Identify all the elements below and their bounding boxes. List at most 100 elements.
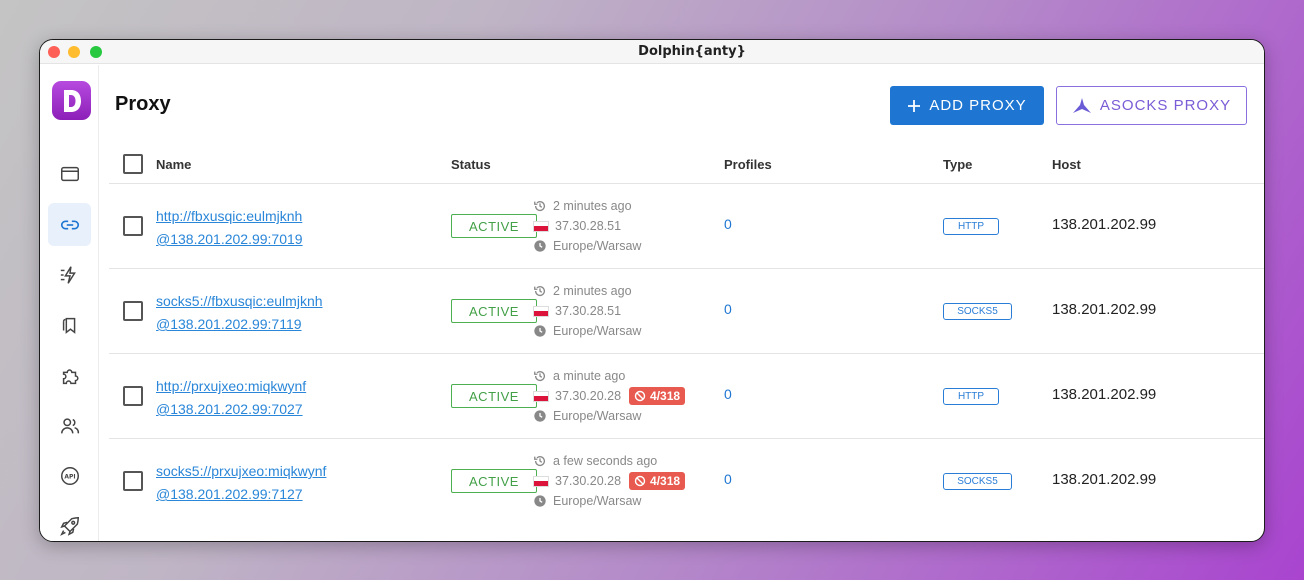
ban-count: 4/318 xyxy=(650,474,681,488)
column-header-status[interactable]: Status xyxy=(451,157,491,172)
clock-icon xyxy=(534,410,546,422)
type-badge: SOCKS5 xyxy=(943,473,1012,490)
host-value: 138.201.202.99 xyxy=(1052,301,1157,318)
host-value: 138.201.202.99 xyxy=(1052,471,1157,488)
host-value: 138.201.202.99 xyxy=(1052,386,1157,403)
title-bar: Dolphin{anty} xyxy=(40,40,1264,64)
sidebar-item-launch[interactable] xyxy=(48,504,91,541)
column-header-type[interactable]: Type xyxy=(943,157,972,172)
proxy-name-line2[interactable]: @138.201.202.99:7019 xyxy=(156,228,406,251)
sidebar-item-bookmarks[interactable] xyxy=(48,303,91,346)
last-checked: a minute ago xyxy=(553,369,626,383)
table-row[interactable]: http://prxujxeo:miqkwynf @138.201.202.99… xyxy=(109,354,1264,439)
row-checkbox[interactable] xyxy=(123,301,143,321)
history-icon xyxy=(534,286,546,297)
automation-icon xyxy=(60,265,76,284)
ban-count: 4/318 xyxy=(650,389,681,403)
proxy-ip: 37.30.28.51 xyxy=(555,304,622,318)
bookmarks-icon xyxy=(62,317,75,334)
poland-flag-icon xyxy=(533,390,549,402)
sidebar-item-api[interactable]: API xyxy=(48,454,91,497)
timezone: Europe/Warsaw xyxy=(553,239,642,253)
table-row[interactable]: http://fbxusqic:eulmjknh @138.201.202.99… xyxy=(109,184,1264,269)
app-window: Dolphin{anty} API Proxy ADD PROXY ASOCKS… xyxy=(39,39,1265,542)
window-title: Dolphin{anty} xyxy=(638,44,746,59)
type-badge: HTTP xyxy=(943,388,999,405)
status-badge: ACTIVE xyxy=(451,299,537,323)
sidebar-item-proxy[interactable] xyxy=(48,203,91,246)
timezone: Europe/Warsaw xyxy=(553,324,642,338)
plus-icon xyxy=(908,99,921,112)
clock-icon xyxy=(534,495,546,507)
link-icon xyxy=(60,220,79,229)
column-header-name[interactable]: Name xyxy=(156,157,191,172)
rocket-icon xyxy=(59,516,79,536)
status-badge: ACTIVE xyxy=(451,384,537,408)
status-badge: ACTIVE xyxy=(451,214,537,238)
proxy-name-link[interactable]: http://fbxusqic:eulmjknh @138.201.202.99… xyxy=(156,205,406,251)
proxy-name-link[interactable]: socks5://fbxusqic:eulmjknh @138.201.202.… xyxy=(156,290,406,336)
host-value: 138.201.202.99 xyxy=(1052,216,1157,233)
clock-icon xyxy=(534,240,546,252)
status-info: a minute ago 37.30.20.28 4/318 Europe/Wa… xyxy=(533,366,686,426)
proxy-ip: 37.30.20.28 xyxy=(555,389,622,403)
proxy-name-line1[interactable]: http://fbxusqic:eulmjknh xyxy=(156,205,406,228)
column-header-host[interactable]: Host xyxy=(1052,157,1081,172)
proxy-name-line1[interactable]: http://prxujxeo:miqkwynf xyxy=(156,375,406,398)
sidebar-item-extensions[interactable] xyxy=(48,354,91,397)
proxy-name-line1[interactable]: socks5://fbxusqic:eulmjknh xyxy=(156,290,406,313)
dolphin-logo[interactable] xyxy=(52,81,91,120)
browser-window-icon xyxy=(60,166,79,181)
users-icon xyxy=(60,417,79,433)
clock-icon xyxy=(534,325,546,337)
row-checkbox[interactable] xyxy=(123,471,143,491)
column-header-profiles[interactable]: Profiles xyxy=(724,157,772,172)
proxy-name-line2[interactable]: @138.201.202.99:7127 xyxy=(156,483,406,506)
sidebar-item-users[interactable] xyxy=(48,404,91,447)
status-info: a few seconds ago 37.30.20.28 4/318 Euro… xyxy=(533,451,686,511)
history-icon xyxy=(534,371,546,382)
type-badge: HTTP xyxy=(943,218,999,235)
poland-flag-icon xyxy=(533,220,549,232)
status-info: 2 minutes ago 37.30.28.51 Europe/Warsaw xyxy=(533,196,641,256)
proxy-name-line2[interactable]: @138.201.202.99:7119 xyxy=(156,313,406,336)
proxy-name-link[interactable]: http://prxujxeo:miqkwynf @138.201.202.99… xyxy=(156,375,406,421)
proxy-table: Name Status Profiles Type Host http://fb… xyxy=(109,145,1264,524)
profiles-count[interactable]: 0 xyxy=(724,386,732,402)
row-checkbox[interactable] xyxy=(123,216,143,236)
proxy-name-link[interactable]: socks5://prxujxeo:miqkwynf @138.201.202.… xyxy=(156,460,406,506)
proxy-ip: 37.30.20.28 xyxy=(555,474,622,488)
api-icon: API xyxy=(60,466,79,485)
profiles-count[interactable]: 0 xyxy=(724,471,732,487)
sidebar-item-automation[interactable] xyxy=(48,253,91,296)
poland-flag-icon xyxy=(533,475,549,487)
proxy-name-line1[interactable]: socks5://prxujxeo:miqkwynf xyxy=(156,460,406,483)
dolphin-logo-icon xyxy=(63,89,81,112)
last-checked: a few seconds ago xyxy=(553,454,658,468)
profiles-count[interactable]: 0 xyxy=(724,301,732,317)
svg-text:API: API xyxy=(64,473,75,480)
proxy-name-line2[interactable]: @138.201.202.99:7027 xyxy=(156,398,406,421)
table-row[interactable]: socks5://prxujxeo:miqkwynf @138.201.202.… xyxy=(109,439,1264,524)
ban-badge: 4/318 xyxy=(629,387,686,405)
page-title: Proxy xyxy=(115,93,171,115)
table-header: Name Status Profiles Type Host xyxy=(109,145,1264,184)
select-all-checkbox[interactable] xyxy=(123,154,143,174)
sidebar-item-browser-profiles[interactable] xyxy=(48,152,91,195)
profiles-count[interactable]: 0 xyxy=(724,216,732,232)
history-icon xyxy=(534,201,546,212)
proxy-ip: 37.30.28.51 xyxy=(555,219,622,233)
asocks-proxy-button[interactable]: ASOCKS PROXY xyxy=(1056,86,1247,125)
history-icon xyxy=(534,456,546,467)
main-content: Proxy ADD PROXY ASOCKS PROXY Name Status… xyxy=(100,65,1264,541)
status-badge: ACTIVE xyxy=(451,469,537,493)
block-icon xyxy=(634,390,646,402)
asocks-logo-icon xyxy=(1072,97,1091,113)
poland-flag-icon xyxy=(533,305,549,317)
sidebar: API xyxy=(40,65,99,541)
asocks-proxy-label: ASOCKS PROXY xyxy=(1099,97,1232,114)
table-row[interactable]: socks5://fbxusqic:eulmjknh @138.201.202.… xyxy=(109,269,1264,354)
add-proxy-button[interactable]: ADD PROXY xyxy=(890,86,1044,125)
status-info: 2 minutes ago 37.30.28.51 Europe/Warsaw xyxy=(533,281,641,341)
row-checkbox[interactable] xyxy=(123,386,143,406)
